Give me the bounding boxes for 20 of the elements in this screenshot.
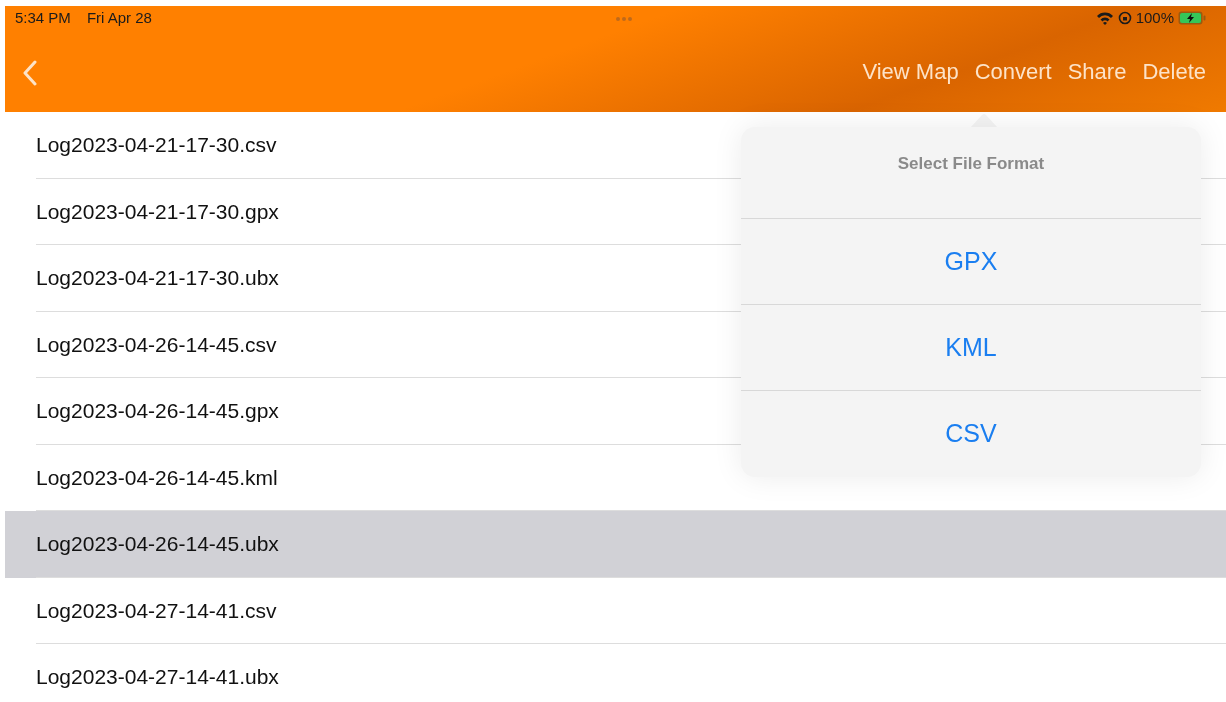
- file-name: Log2023-04-21-17-30.ubx: [36, 265, 279, 291]
- rotation-lock-icon: [1117, 11, 1132, 25]
- multitasking-icon[interactable]: [614, 15, 633, 22]
- battery-charging-icon: [1178, 11, 1206, 25]
- file-name: Log2023-04-26-14-45.gpx: [36, 398, 279, 424]
- popover-title: Select File Format: [741, 127, 1201, 219]
- file-name: Log2023-04-27-14-41.ubx: [36, 664, 279, 690]
- format-option[interactable]: GPX: [741, 219, 1201, 305]
- file-name: Log2023-04-26-14-45.kml: [36, 464, 278, 491]
- file-row[interactable]: Log2023-04-26-14-45.ubx: [5, 511, 1226, 578]
- status-date: Fri Apr 28: [86, 7, 152, 28]
- battery-percent: 100%: [1135, 7, 1174, 28]
- file-name: Log2023-04-26-14-45.csv: [36, 331, 277, 358]
- format-option[interactable]: KML: [741, 305, 1201, 391]
- status-time: 5:34 PM: [15, 7, 71, 28]
- file-name: Log2023-04-27-14-41.csv: [36, 597, 277, 624]
- file-name: Log2023-04-21-17-30.csv: [36, 132, 277, 158]
- file-name: Log2023-04-26-14-45.ubx: [36, 531, 279, 557]
- wifi-icon: [1095, 11, 1114, 25]
- file-name: Log2023-04-21-17-30.gpx: [36, 198, 279, 225]
